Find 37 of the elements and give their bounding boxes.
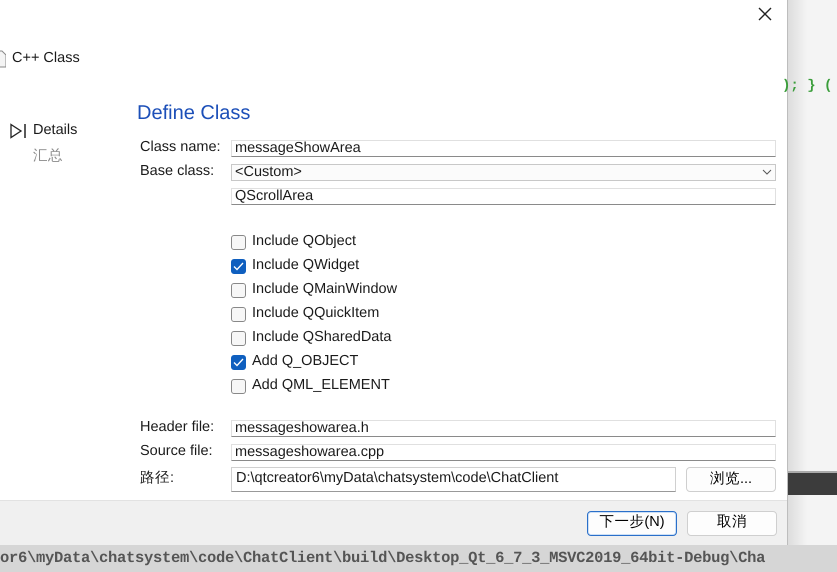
field-label: Source file: [140,442,214,462]
code-text: ); } ( [782,77,834,96]
current-step-icon [10,122,27,139]
checkbox-label: Add Q_OBJECT [252,352,358,372]
field-label: Header file: [140,418,216,438]
checkbox[interactable] [231,330,246,346]
checkbox[interactable] [231,234,246,250]
checkbox-label: Include QObject [252,232,356,252]
checkbox-label: Include QMainWindow [252,280,398,300]
path-field[interactable]: D:\qtcreator6\myData\chatsystem\code\ChatClient [231,466,676,492]
field-label: Base class: [140,162,216,182]
field-label: Class name: [140,138,222,158]
build-path-text: or6\myData\chatsystem\code\ChatClient\build\Desktop_Qt_6_7_3_MSVC2019_64bit-Debug\Cha [0,545,837,572]
dialog-button[interactable]: 取消 [687,510,777,536]
checkbox-label: Include QQuickItem [252,304,380,324]
panel-bar [788,471,837,495]
checkbox[interactable] [231,258,246,274]
browse-button[interactable]: 浏览... [686,466,776,492]
text-field[interactable]: QScrollArea [231,188,776,204]
checkbox-label: Include QSharedData [252,328,392,348]
checkbox[interactable] [231,354,246,370]
field-label: 路径: [140,469,176,488]
text-field[interactable]: messageShowArea [231,140,776,156]
checkbox[interactable] [231,282,246,298]
page-title: Define Class [137,101,252,126]
wizard-title: C++ Class [12,49,80,68]
step-label: 汇总 [33,146,63,166]
dialog-button[interactable]: 下一步(N) [587,510,677,536]
checkbox[interactable] [231,306,246,322]
base-class-dropdown[interactable]: <Custom> [231,164,776,180]
checkbox[interactable] [231,378,246,394]
checkbox-label: Include QWidget [252,256,360,276]
text-field[interactable]: messageshowarea.h [231,420,776,436]
text-field[interactable]: messageshowarea.cpp [231,444,776,460]
chevron-down-icon [762,169,772,175]
step-label: Details [33,120,78,140]
checkbox-label: Add QML_ELEMENT [252,376,390,396]
